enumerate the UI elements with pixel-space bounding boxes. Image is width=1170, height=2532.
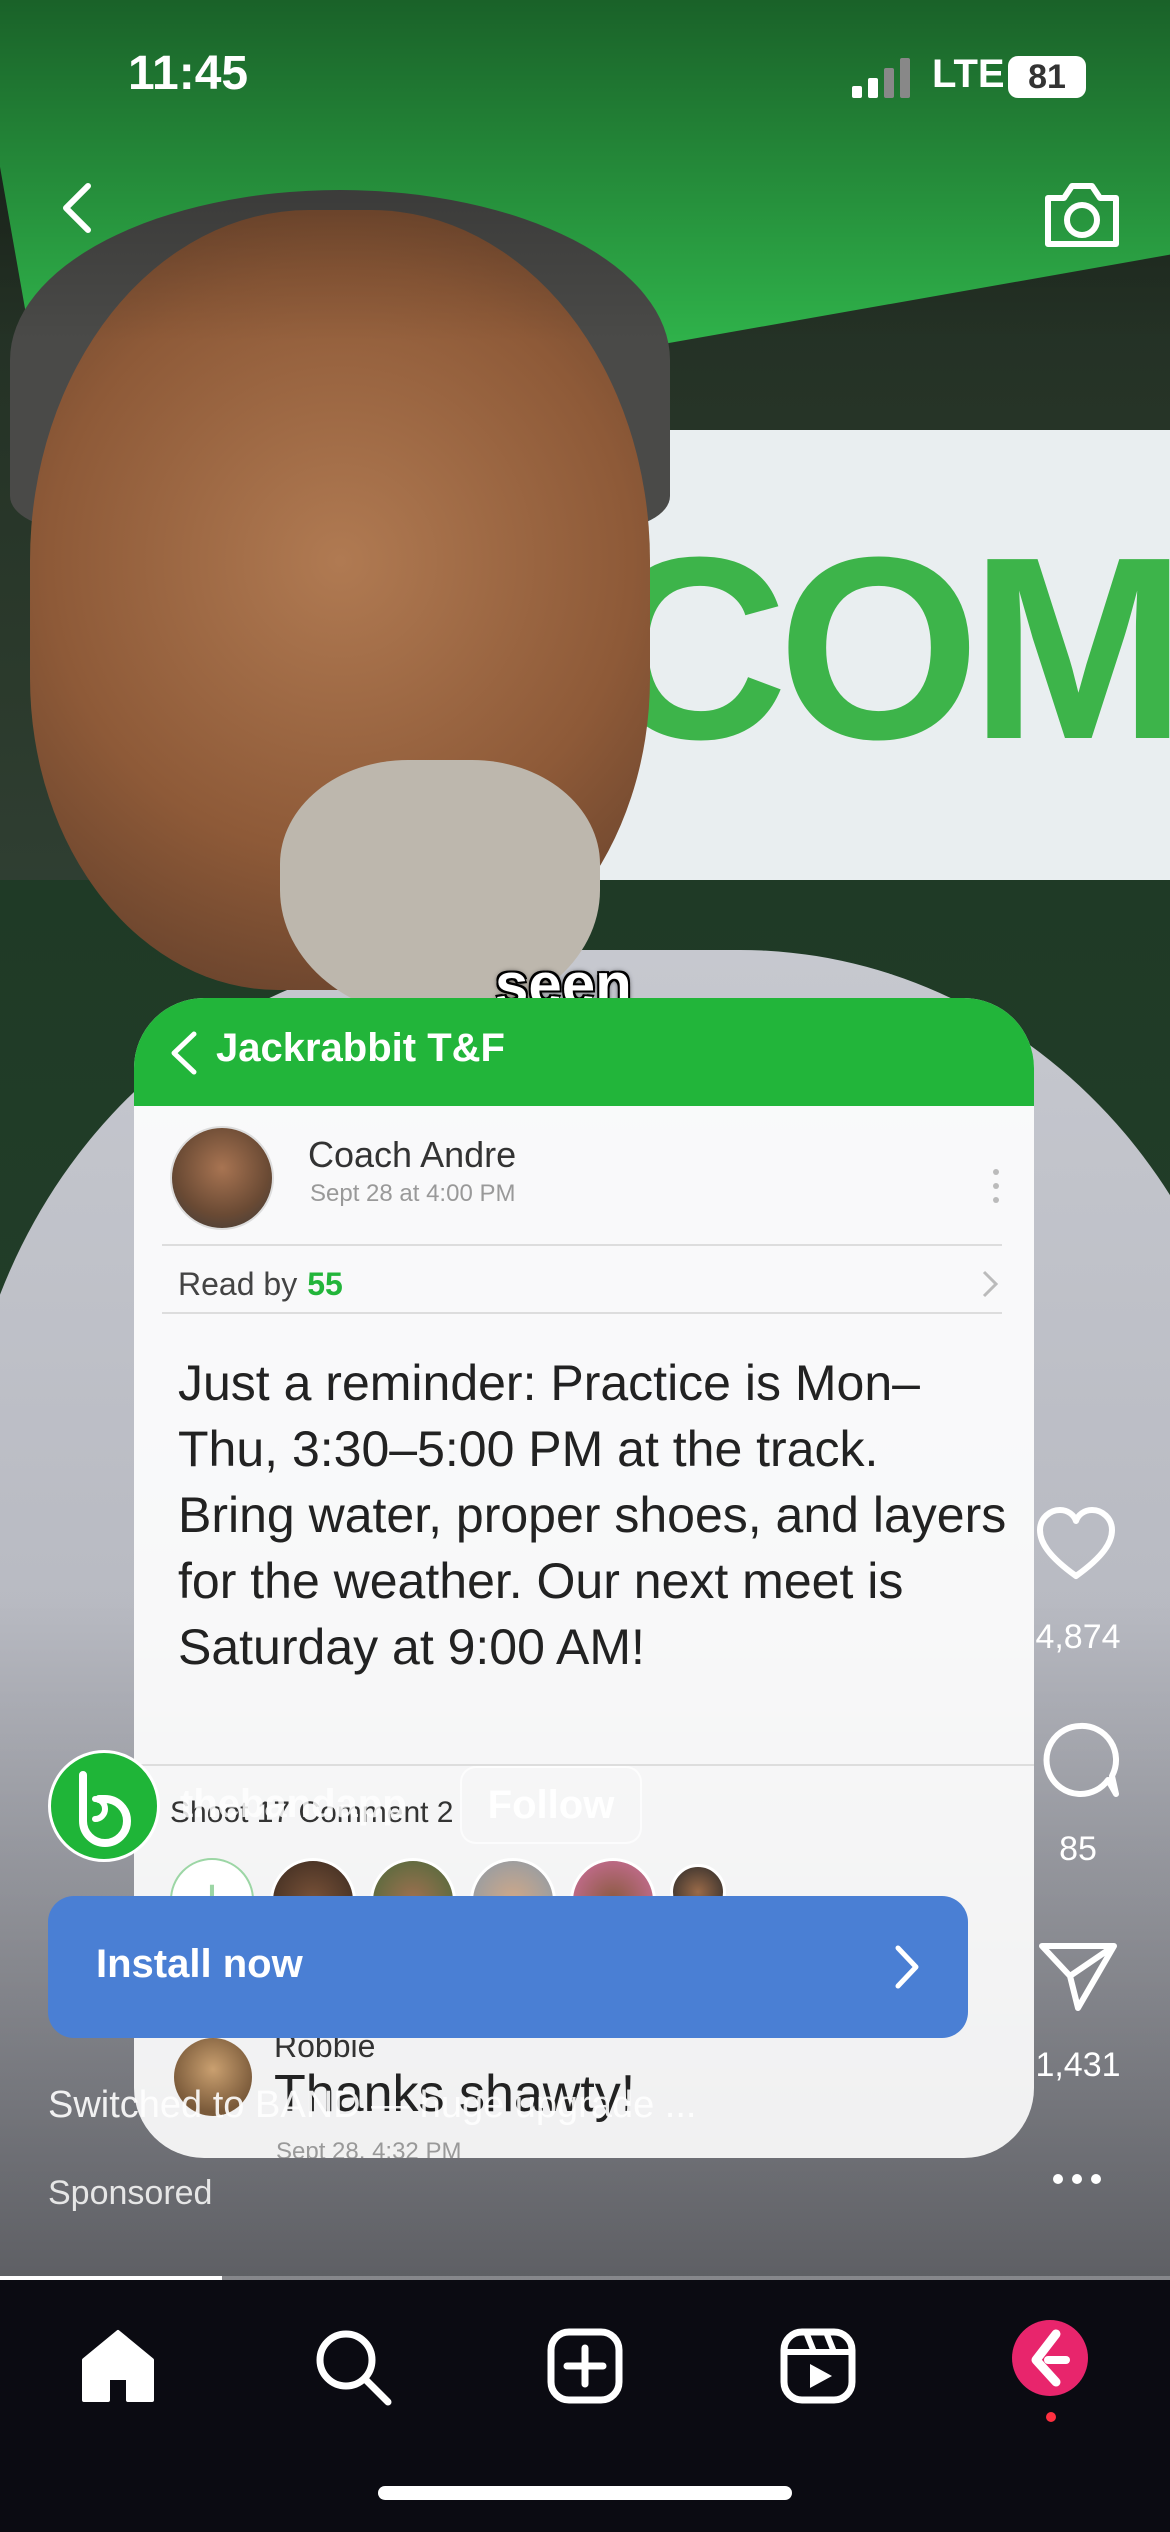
follow-button[interactable]: Follow <box>460 1766 642 1844</box>
network-type: LTE <box>932 52 1005 96</box>
profile-avatar[interactable] <box>1012 2320 1088 2396</box>
chevron-left-icon[interactable] <box>48 176 112 240</box>
search-icon[interactable] <box>310 2324 394 2408</box>
group-title: Jackrabbit T&F <box>216 1026 505 1070</box>
account-avatar[interactable] <box>48 1750 160 1862</box>
account-name[interactable]: thebandapp <box>180 1782 407 1827</box>
sponsored-label: Sponsored <box>48 2174 213 2212</box>
install-now-label: Install now <box>96 1942 303 1986</box>
post-date: Sept 28 at 4:00 PM <box>310 1180 516 1207</box>
chevron-right-icon <box>895 1945 919 1989</box>
share-count: 1,431 <box>1035 2046 1121 2084</box>
reel-caption[interactable]: Switched to BAND — huge upgrade ... <box>48 2084 696 2127</box>
camera-icon[interactable] <box>1040 176 1124 252</box>
author-avatar <box>170 1126 274 1230</box>
share-icon[interactable] <box>1038 1936 1118 2016</box>
profile-logo-icon <box>1031 2329 1070 2387</box>
band-logo-icon <box>79 1771 131 1847</box>
signal-icon <box>852 58 910 98</box>
divider <box>162 1244 1002 1246</box>
divider <box>162 1312 1002 1314</box>
like-count: 4,874 <box>1035 1618 1121 1656</box>
status-time: 11:45 <box>128 47 249 100</box>
chevron-right-icon <box>982 1270 999 1298</box>
heart-icon[interactable] <box>1036 1506 1116 1586</box>
reels-icon[interactable] <box>776 2324 860 2408</box>
more-vertical-icon <box>993 1169 999 1203</box>
chevron-left-icon <box>171 1031 197 1075</box>
post-author: Coach Andre <box>308 1134 517 1175</box>
reel-video[interactable]: COMM 11:45 LTE 81 seen Jackrabbit T&F <box>0 0 1170 2280</box>
status-bar: 11:45 LTE 81 <box>0 0 1170 150</box>
read-by-label: Read by <box>178 1266 298 1302</box>
post-body: Just a reminder: Practice is Mon–Thu, 3:… <box>178 1355 1007 1675</box>
read-by-count: 55 <box>307 1266 343 1302</box>
comment-icon[interactable] <box>1040 1720 1120 1800</box>
home-icon[interactable] <box>76 2324 160 2408</box>
group-header: Jackrabbit T&F <box>134 998 1034 1106</box>
comment-count: 85 <box>1059 1830 1097 1868</box>
notification-dot <box>1046 2412 1056 2422</box>
more-horizontal-icon[interactable] <box>1052 2172 1102 2186</box>
read-by-row: Read by 55 <box>178 1266 343 1303</box>
home-indicator <box>378 2486 792 2500</box>
create-icon[interactable] <box>543 2324 627 2408</box>
battery-indicator: 81 <box>1008 56 1086 98</box>
comment-meta: Sept 28, 4:32 PM <box>276 2138 462 2158</box>
install-now-button[interactable]: Install now <box>48 1896 968 2038</box>
